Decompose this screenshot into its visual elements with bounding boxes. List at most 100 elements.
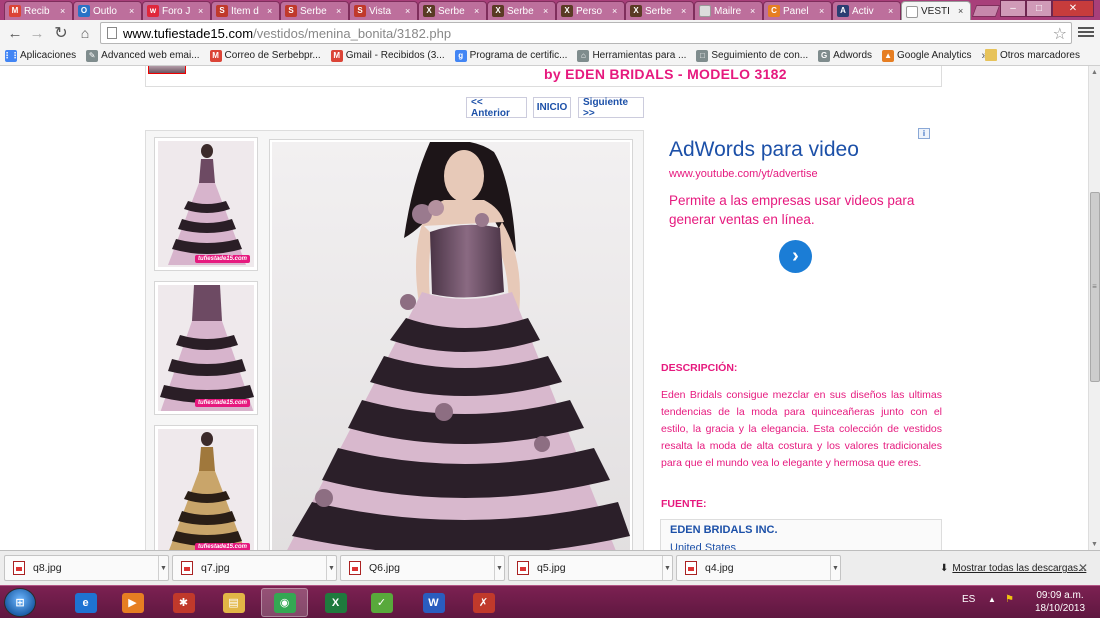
watermark: tufiestade15.com bbox=[194, 399, 250, 407]
home-icon[interactable]: ⌂ bbox=[76, 24, 94, 42]
close-download-bar-icon[interactable]: ✕ bbox=[1078, 561, 1088, 575]
other-bookmarks[interactable]: Otros marcadores bbox=[984, 49, 1080, 61]
download-item[interactable]: q8.jpg ▼ bbox=[4, 555, 169, 581]
close-window-button[interactable]: ✕ bbox=[1052, 0, 1094, 17]
page-scrollbar[interactable]: ▲ ≡ ▼ bbox=[1088, 66, 1100, 550]
menu-icon[interactable] bbox=[1078, 24, 1094, 40]
tab-close-icon[interactable]: × bbox=[819, 6, 827, 16]
browser-tab[interactable]: S Serbe × bbox=[280, 1, 349, 20]
address-bar[interactable]: www.tufiestade15.com/vestidos/menina_bon… bbox=[100, 22, 1072, 44]
download-item[interactable]: q7.jpg ▼ bbox=[172, 555, 337, 581]
gallery-thumbnail[interactable]: tufiestade15.com bbox=[154, 281, 258, 415]
prev-button[interactable]: << Anterior bbox=[466, 97, 527, 119]
new-tab-button[interactable] bbox=[971, 5, 1001, 17]
watermark: tufiestade15.com bbox=[194, 543, 250, 550]
tab-close-icon[interactable]: × bbox=[129, 6, 137, 16]
download-menu-icon[interactable]: ▼ bbox=[494, 556, 504, 580]
bookmark-item[interactable]: ✎ Advanced web emai... bbox=[86, 49, 200, 62]
minimize-button[interactable]: – bbox=[1000, 0, 1026, 17]
next-button[interactable]: Siguiente >> bbox=[578, 97, 644, 119]
browser-tab[interactable]: O Outlo × bbox=[73, 1, 142, 20]
browser-tab[interactable]: X Serbe × bbox=[487, 1, 556, 20]
taskbar-app-green-app[interactable]: ✓ bbox=[358, 588, 405, 617]
scroll-down-icon[interactable]: ▼ bbox=[1089, 538, 1100, 550]
bookmark-item[interactable]: M Correo de Serbebpr... bbox=[209, 49, 321, 62]
ad-url[interactable]: www.youtube.com/yt/advertise bbox=[669, 168, 818, 180]
bookmark-item[interactable]: ⋮⋮ Aplicaciones bbox=[3, 49, 76, 62]
bookmark-item[interactable]: □ Seguimiento de con... bbox=[696, 49, 809, 62]
taskbar-app-red-shield-app[interactable]: ✱ bbox=[160, 588, 207, 617]
taskbar-app-file-explorer[interactable]: ▤ bbox=[210, 588, 257, 617]
browser-tab[interactable]: X Serbe × bbox=[418, 1, 487, 20]
browser-tab[interactable]: w Foro J × bbox=[142, 1, 211, 20]
source-country: United States bbox=[670, 542, 737, 550]
tab-close-icon[interactable]: × bbox=[612, 6, 620, 16]
tab-close-icon[interactable]: × bbox=[474, 6, 482, 16]
browser-tab[interactable]: X Serbe × bbox=[625, 1, 694, 20]
tab-close-icon[interactable]: × bbox=[681, 6, 689, 16]
show-all-downloads-link[interactable]: ⬇ Mostrar todas las descargas... bbox=[940, 563, 1086, 574]
browser-tab[interactable]: Mailre × bbox=[694, 1, 763, 20]
browser-tab[interactable]: X Perso × bbox=[556, 1, 625, 20]
forward-arrow-icon[interactable]: → bbox=[28, 24, 46, 42]
taskbar-app-internet-explorer[interactable]: e bbox=[62, 588, 109, 617]
taskbar-app-chrome[interactable]: ◉ bbox=[261, 588, 308, 617]
download-menu-icon[interactable]: ▼ bbox=[830, 556, 840, 580]
tab-favicon-icon: S bbox=[216, 5, 228, 17]
bookmark-item[interactable]: M Gmail - Recibidos (3... bbox=[330, 49, 445, 62]
tab-close-icon[interactable]: × bbox=[543, 6, 551, 16]
tab-close-icon[interactable]: × bbox=[888, 6, 896, 16]
home-button[interactable]: INICIO bbox=[533, 97, 571, 118]
tab-close-icon[interactable]: × bbox=[336, 6, 344, 16]
scroll-up-icon[interactable]: ▲ bbox=[1089, 66, 1100, 78]
bookmark-icon: ▲ bbox=[882, 49, 895, 62]
tab-close-icon[interactable]: × bbox=[750, 6, 758, 16]
bookmark-star-icon[interactable]: ☆ bbox=[1053, 24, 1067, 44]
bookmark-item[interactable]: G Adwords bbox=[818, 49, 872, 62]
taskbar-app-media-player[interactable]: ▶ bbox=[109, 588, 156, 617]
language-indicator[interactable]: ES bbox=[962, 594, 975, 605]
action-center-flag-icon[interactable]: ⚑ bbox=[1005, 594, 1016, 606]
main-photo[interactable] bbox=[269, 139, 633, 550]
tab-close-icon[interactable]: × bbox=[405, 6, 413, 16]
taskbar-app-word[interactable]: W bbox=[410, 588, 457, 617]
tab-close-icon[interactable]: × bbox=[198, 6, 206, 16]
tab-close-icon[interactable]: × bbox=[60, 6, 68, 16]
header-thumbnail[interactable] bbox=[148, 66, 186, 74]
download-menu-icon[interactable]: ▼ bbox=[158, 556, 168, 580]
start-button[interactable]: ⊞ bbox=[4, 588, 36, 617]
download-menu-icon[interactable]: ▼ bbox=[326, 556, 336, 580]
download-menu-icon[interactable]: ▼ bbox=[662, 556, 672, 580]
bookmark-item[interactable]: ▲ Google Analytics bbox=[882, 49, 972, 62]
browser-tab[interactable]: A Activ × bbox=[832, 1, 901, 20]
download-item[interactable]: Q6.jpg ▼ bbox=[340, 555, 505, 581]
bookmark-item[interactable]: ⌂ Herramientas para ... bbox=[577, 49, 686, 62]
image-file-icon bbox=[181, 561, 193, 575]
browser-tab[interactable]: S Vista × bbox=[349, 1, 418, 20]
tab-close-icon[interactable]: × bbox=[267, 6, 275, 16]
maximize-button[interactable]: □ bbox=[1026, 0, 1052, 17]
ad-info-icon[interactable]: i bbox=[918, 128, 930, 139]
ad-title[interactable]: AdWords para video bbox=[669, 138, 859, 162]
clock[interactable]: 09:09 a.m. 18/10/2013 bbox=[1032, 589, 1088, 615]
browser-tab[interactable]: S Ítem d × bbox=[211, 1, 280, 20]
taskbar-app-excel[interactable]: X bbox=[312, 588, 359, 617]
browser-tab[interactable]: C Panel × bbox=[763, 1, 832, 20]
tray-expand-icon[interactable]: ▲ bbox=[988, 595, 996, 604]
download-item[interactable]: q5.jpg ▼ bbox=[508, 555, 673, 581]
taskbar-app-red-app[interactable]: ✗ bbox=[460, 588, 507, 617]
tab-close-icon[interactable]: × bbox=[958, 7, 966, 16]
ad-arrow-icon[interactable]: › bbox=[779, 240, 812, 273]
tab-title: Foro J bbox=[162, 5, 191, 17]
browser-tab[interactable]: VESTI × bbox=[901, 1, 971, 21]
reload-icon[interactable]: ↻ bbox=[52, 24, 70, 42]
bookmark-item[interactable]: g Programa de certific... bbox=[454, 49, 567, 62]
download-item[interactable]: q4.jpg ▼ bbox=[676, 555, 841, 581]
gallery-thumbnail[interactable]: tufiestade15.com bbox=[154, 137, 258, 271]
bookmark-label: Seguimiento de con... bbox=[711, 50, 809, 61]
gallery-thumbnail[interactable]: tufiestade15.com bbox=[154, 425, 258, 550]
browser-tab[interactable]: M Recib × bbox=[4, 1, 73, 20]
back-arrow-icon[interactable]: ← bbox=[6, 24, 24, 42]
ad-block[interactable]: AdWords para video www.youtube.com/yt/ad… bbox=[660, 130, 930, 310]
source-name[interactable]: EDEN BRIDALS INC. bbox=[670, 524, 778, 536]
